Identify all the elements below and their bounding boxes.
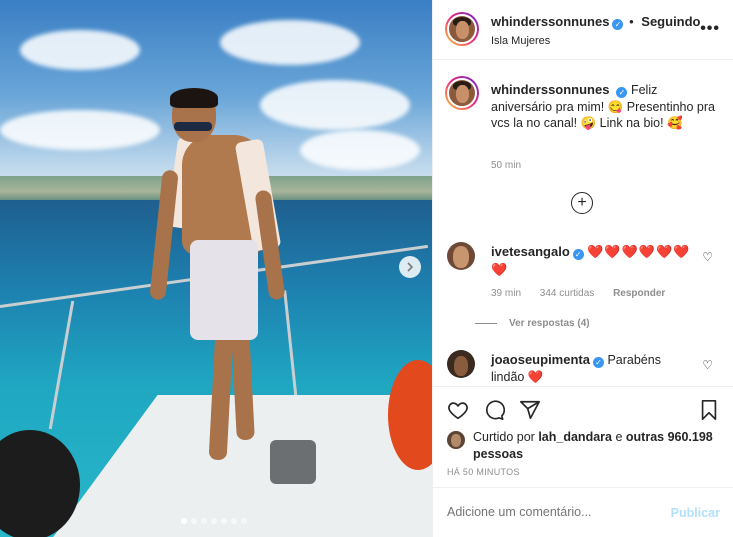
caption-time: 50 min xyxy=(491,160,522,171)
more-options-icon[interactable]: ••• xyxy=(700,20,720,38)
like-comment-icon[interactable]: ♡ xyxy=(702,358,713,372)
following-button[interactable]: Seguindo xyxy=(641,14,700,29)
post-location[interactable]: Isla Mujeres xyxy=(491,35,550,47)
share-send-icon[interactable] xyxy=(519,399,541,421)
cloud xyxy=(0,110,160,150)
view-replies-button[interactable]: Ver respostas (4) xyxy=(509,318,590,329)
comment: joaoseupimenta ✓ Parabéns lindão ❤️ ♡ xyxy=(447,350,727,386)
verified-icon: ✓ xyxy=(612,19,624,30)
cloud xyxy=(20,30,140,70)
verified-icon: ✓ xyxy=(572,249,584,260)
carousel-dot xyxy=(241,518,247,524)
comment-username[interactable]: ivetesangalo xyxy=(491,244,570,259)
comment-input[interactable] xyxy=(447,505,647,519)
like-comment-icon[interactable]: ♡ xyxy=(702,250,713,264)
comment-username[interactable]: joaoseupimenta xyxy=(491,352,590,367)
plus-icon: + xyxy=(577,194,587,211)
comment-bubble-icon[interactable] xyxy=(483,399,505,421)
liked-by-user[interactable]: lah_dandara xyxy=(538,430,612,444)
avatar[interactable] xyxy=(447,431,465,449)
carousel-dot xyxy=(211,518,217,524)
carousel-dot xyxy=(181,518,187,524)
post-username[interactable]: whinderssonnunes xyxy=(491,14,609,29)
person xyxy=(190,240,258,340)
sunglasses xyxy=(174,122,212,131)
bookmark-icon[interactable] xyxy=(699,399,719,421)
comment-likes[interactable]: 344 curtidas xyxy=(540,288,594,299)
add-comment-bar: Publicar xyxy=(433,487,733,537)
carousel-dot xyxy=(231,518,237,524)
cloud xyxy=(260,80,410,130)
comment: ivetesangalo ✓ ❤️❤️❤️❤️❤️❤️❤️ ♡ 39 min 34… xyxy=(447,242,727,332)
verified-icon: ✓ xyxy=(592,357,604,368)
chevron-right-icon xyxy=(407,262,414,272)
comment-time: 39 min xyxy=(491,288,522,299)
avatar[interactable] xyxy=(447,350,475,378)
next-photo-button[interactable] xyxy=(399,256,421,278)
carousel-dot xyxy=(201,518,207,524)
carousel-dot xyxy=(191,518,197,524)
post-timestamp[interactable]: HÁ 50 MINUTOS xyxy=(447,467,520,477)
avatar[interactable] xyxy=(447,242,475,270)
post-photo[interactable] xyxy=(0,0,432,537)
anchor-winch xyxy=(270,440,316,484)
post-comment-button[interactable]: Publicar xyxy=(671,506,720,520)
carousel-dot xyxy=(221,518,227,524)
avatar[interactable] xyxy=(445,76,479,110)
liked-by: Curtido por lah_dandara e outras 960.198… xyxy=(447,429,727,463)
cloud xyxy=(220,20,360,65)
carousel-indicator xyxy=(181,518,247,524)
reply-button[interactable]: Responder xyxy=(613,288,665,299)
avatar[interactable] xyxy=(445,12,479,46)
post-side-panel: whinderssonnunes ✓ • Seguindo Isla Mujere… xyxy=(432,0,733,537)
post-header: whinderssonnunes ✓ • Seguindo Isla Mujere… xyxy=(433,0,733,60)
cloud xyxy=(300,130,420,170)
verified-icon: ✓ xyxy=(616,87,628,98)
caption-username[interactable]: whinderssonnunes xyxy=(491,82,609,97)
post-actions: Curtido por lah_dandara e outras 960.198… xyxy=(433,386,733,487)
person xyxy=(170,88,218,108)
load-more-comments-button[interactable]: + xyxy=(571,192,593,214)
post-caption: whinderssonnunes ✓ Feliz aniversário pra … xyxy=(491,82,721,132)
like-heart-icon[interactable] xyxy=(447,399,469,421)
